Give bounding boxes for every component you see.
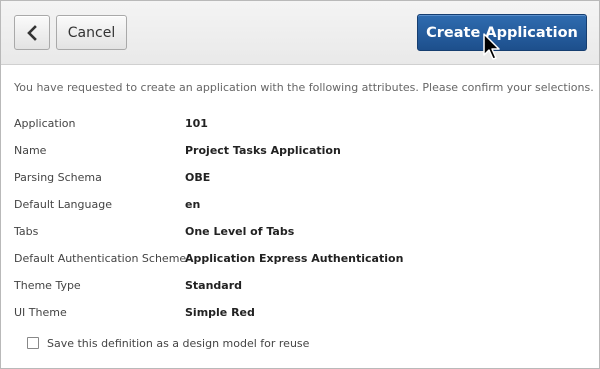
create-application-confirm-page: Cancel Create Application You have reque… (0, 0, 600, 369)
attribute-label: UI Theme (14, 306, 67, 319)
back-button[interactable] (14, 15, 50, 50)
cancel-button[interactable]: Cancel (56, 15, 127, 50)
create-application-button[interactable]: Create Application (417, 14, 587, 51)
attribute-value: Simple Red (185, 306, 255, 319)
save-definition-option[interactable]: Save this definition as a design model f… (27, 336, 309, 350)
attribute-label: Default Language (14, 198, 112, 211)
attribute-value: Standard (185, 279, 243, 292)
attribute-label: Parsing Schema (14, 171, 102, 184)
attribute-label: Default Authentication Scheme (14, 252, 187, 265)
attribute-label: Tabs (14, 225, 39, 238)
attribute-label: Theme Type (14, 279, 81, 292)
toolbar: Cancel Create Application (1, 1, 599, 65)
attribute-value: 101 (185, 117, 208, 130)
attribute-value: One Level of Tabs (185, 225, 295, 238)
save-definition-label[interactable]: Save this definition as a design model f… (47, 337, 309, 350)
attribute-label: Application (14, 117, 76, 130)
attribute-value: OBE (185, 171, 211, 184)
attribute-value: Project Tasks Application (185, 144, 341, 157)
attribute-value: Application Express Authentication (185, 252, 404, 265)
intro-text: You have requested to create an applicat… (14, 81, 594, 94)
save-definition-checkbox[interactable] (27, 337, 39, 349)
attribute-value: en (185, 198, 201, 211)
attribute-label: Name (14, 144, 47, 157)
chevron-left-icon (27, 24, 37, 41)
